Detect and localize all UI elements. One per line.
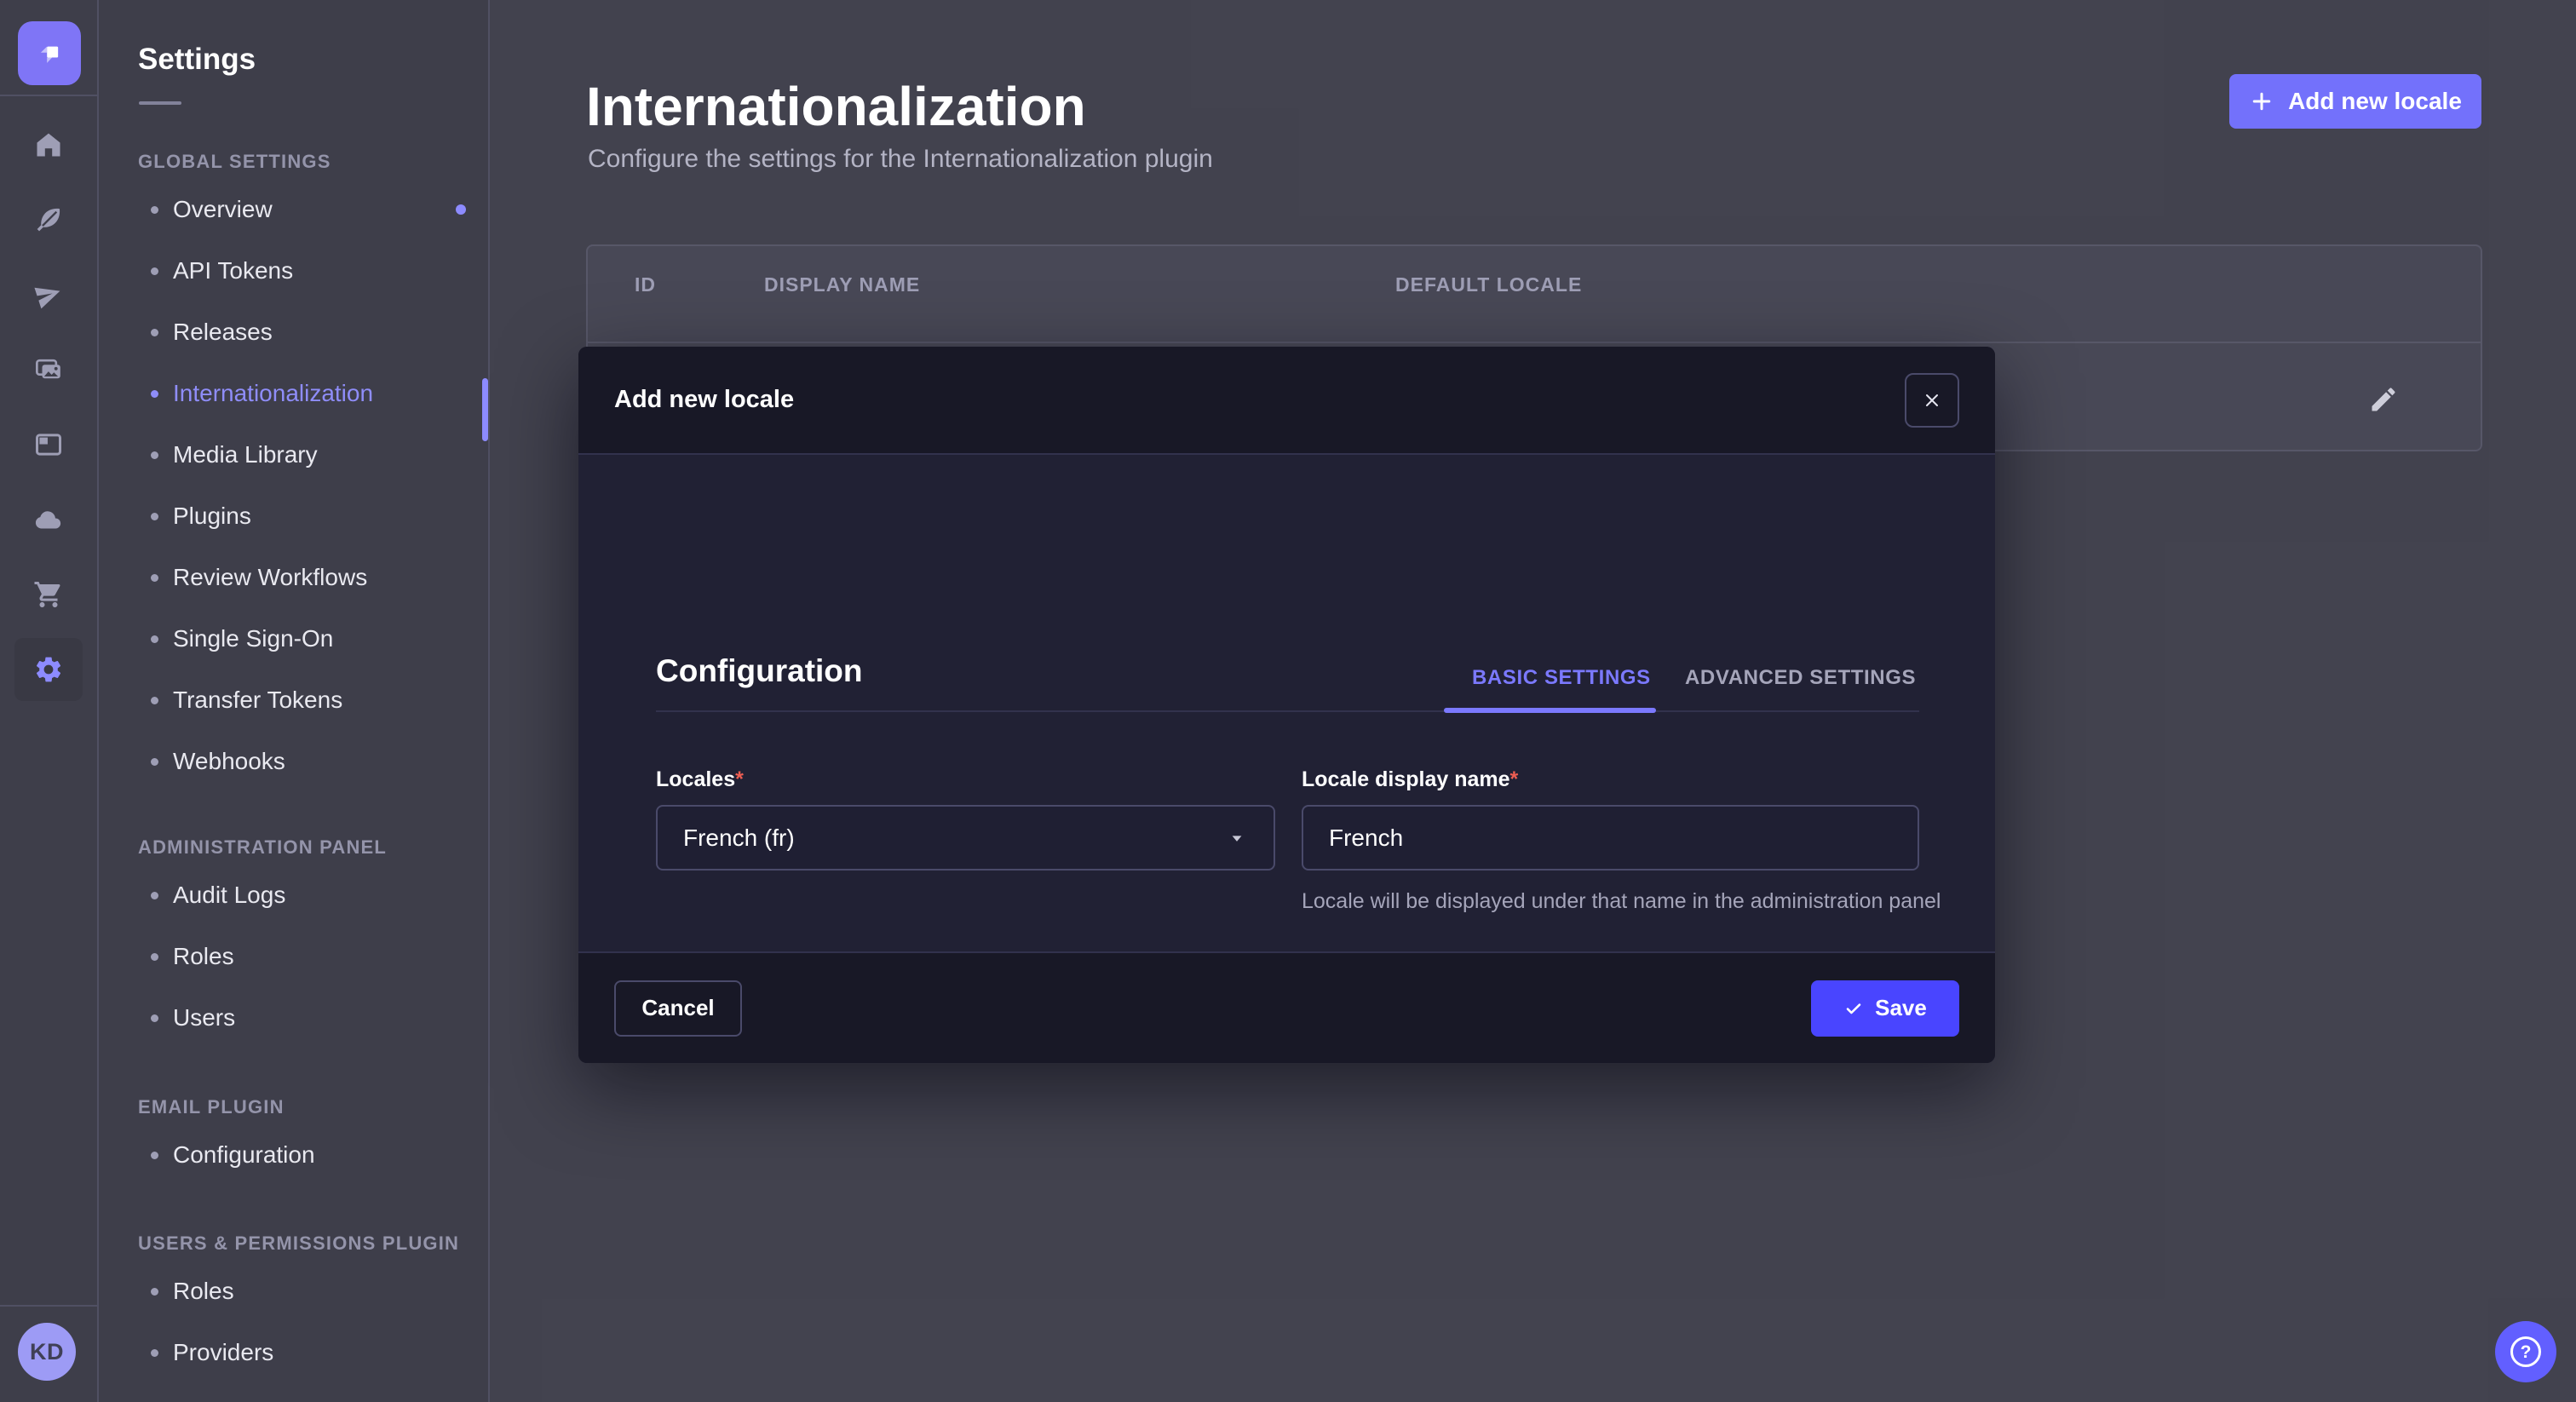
add-new-locale-modal: Add new locale Configuration BASIC SETTI… (578, 347, 1995, 1063)
locales-select-value: French (fr) (683, 825, 795, 852)
display-name-field: Locale display name* Locale will be disp… (1302, 767, 1919, 916)
locales-label: Locales* (656, 767, 1275, 792)
modal-header: Add new locale (578, 347, 1995, 455)
check-icon (1843, 998, 1864, 1019)
tab-basic-settings[interactable]: BASIC SETTINGS (1472, 666, 1651, 690)
tabs-divider (656, 710, 1919, 712)
required-marker: * (1510, 767, 1519, 791)
modal-footer: Cancel Save (578, 951, 1995, 1063)
locales-select[interactable]: French (fr) (656, 805, 1275, 871)
tab-advanced-settings[interactable]: ADVANCED SETTINGS (1685, 666, 1916, 690)
save-button[interactable]: Save (1811, 980, 1959, 1037)
cancel-button[interactable]: Cancel (614, 980, 742, 1037)
display-name-helper-text: Locale will be displayed under that name… (1302, 887, 1962, 916)
locales-field: Locales* French (fr) (656, 767, 1275, 871)
configuration-heading: Configuration (656, 653, 863, 689)
display-name-label: Locale display name* (1302, 767, 1919, 792)
modal-title: Add new locale (614, 386, 794, 414)
close-icon (1922, 390, 1942, 411)
active-tab-underline (1444, 708, 1656, 713)
required-marker: * (735, 767, 744, 791)
chevron-down-icon (1226, 827, 1248, 849)
close-modal-button[interactable] (1905, 373, 1959, 428)
display-name-input[interactable] (1302, 805, 1919, 871)
modal-body: Configuration BASIC SETTINGS ADVANCED SE… (578, 457, 1995, 951)
